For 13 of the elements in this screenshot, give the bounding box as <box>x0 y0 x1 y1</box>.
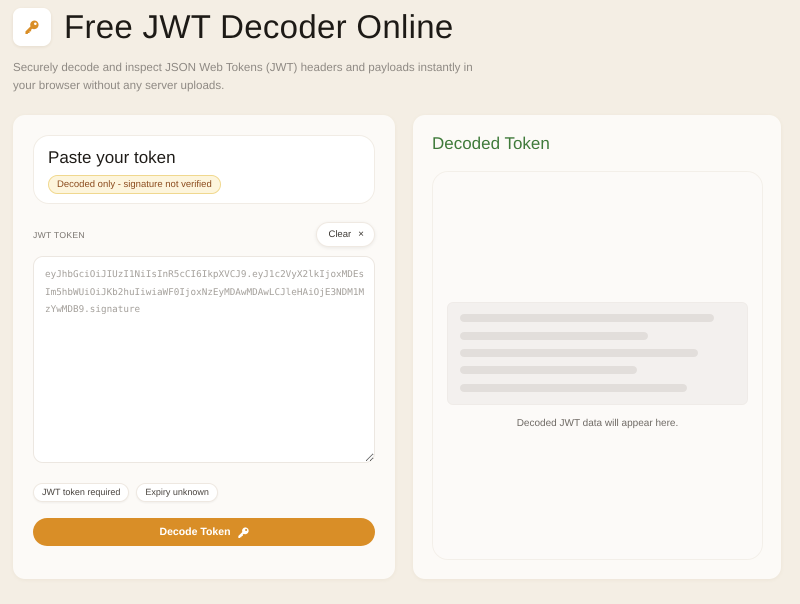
key-icon <box>238 526 248 538</box>
status-chip: JWT token required <box>33 483 130 502</box>
clear-button[interactable]: Clear × <box>316 222 375 247</box>
key-icon <box>13 8 51 46</box>
status-chip: Expiry unknown <box>136 483 218 502</box>
card-title: Paste your token <box>48 148 177 168</box>
panel-title: Decoded Token <box>432 134 551 154</box>
token-field[interactable]: eyJhbGciOiJIUzI1NiIsInR5cCI6IkpXVCJ9.eyJ1c2VyX2lkIjoxMDEsIm5hbWUiOiJKb2huIiwiaWF0IjoxNzEyMDAwMDAwLCJleHAiOjE3NDM1MzYwMDB9.signature <box>33 256 375 463</box>
verification-notice: Decoded only - signature not verified <box>48 175 221 194</box>
page-title: Free JWT Decoder Online <box>64 7 454 47</box>
page-description: Securely decode and inspect JSON Web Tokens (JWT) headers and payloads instantly in your browser without any server uploads. <box>13 60 474 94</box>
empty-message: Decoded JWT data will appear here. <box>516 418 678 429</box>
field-label: JWT TOKEN <box>33 230 85 240</box>
